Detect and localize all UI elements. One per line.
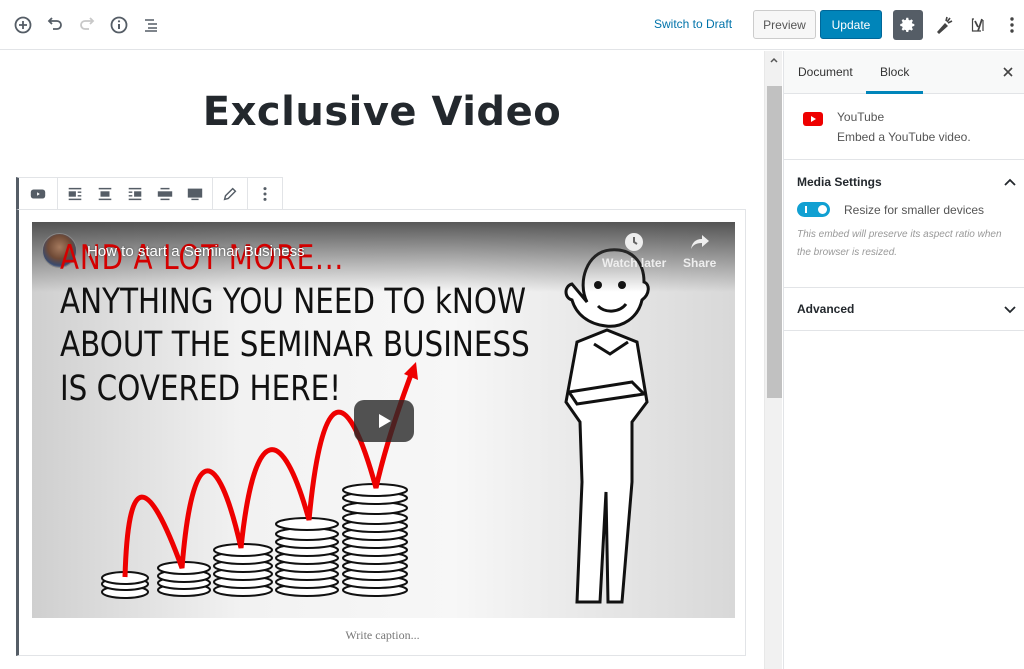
chevron-down-icon (1002, 302, 1018, 318)
block-card: YouTube Embed a YouTube video. (784, 94, 1024, 160)
scroll-up-icon[interactable] (765, 51, 783, 69)
editor-header: Switch to Draft Preview Update (0, 0, 1024, 50)
tab-document[interactable]: Document (784, 51, 867, 94)
editor-canvas: Exclusive Video AND A LOT MORE... How to… (0, 51, 764, 669)
align-right-icon[interactable] (120, 178, 150, 209)
undo-icon[interactable] (43, 13, 67, 37)
share-button[interactable]: Share (683, 232, 716, 270)
block-toolbar (16, 177, 283, 210)
editor-scrollbar[interactable] (764, 51, 782, 669)
carrot-icon[interactable] (932, 13, 956, 37)
panel-title: Advanced (797, 302, 855, 316)
more-options-icon[interactable] (1000, 13, 1024, 37)
play-button[interactable] (354, 400, 414, 442)
thumbnail-text-line: ABOUT THE SEMINAR BUSINESS (60, 325, 530, 365)
media-settings-toggle[interactable]: Media Settings (784, 160, 1024, 204)
switch-to-draft-link[interactable]: Switch to Draft (654, 17, 732, 31)
media-settings-panel: Media Settings Resize for smaller device… (784, 160, 1024, 288)
pencil-icon[interactable] (215, 178, 245, 209)
info-icon[interactable] (107, 13, 131, 37)
advanced-toggle[interactable]: Advanced (784, 288, 1024, 332)
outline-icon[interactable] (139, 13, 163, 37)
advanced-panel[interactable]: Advanced (784, 288, 1024, 331)
youtube-embed-block[interactable]: AND A LOT MORE... How to start a Seminar… (16, 209, 746, 656)
scrollbar-thumb[interactable] (767, 86, 782, 398)
settings-button[interactable] (893, 10, 923, 40)
add-block-icon[interactable] (11, 13, 35, 37)
youtube-block-icon[interactable] (23, 178, 53, 209)
block-card-title: YouTube (837, 110, 885, 124)
play-icon (379, 414, 391, 428)
settings-sidebar: Document Block YouTube Embed a YouTube v… (783, 51, 1024, 669)
share-label: Share (683, 256, 717, 270)
block-card-description: Embed a YouTube video. (837, 130, 971, 144)
close-icon[interactable] (1000, 64, 1016, 80)
share-icon (690, 235, 709, 249)
align-full-icon[interactable] (180, 178, 210, 209)
sidebar-tabs: Document Block (784, 51, 1024, 94)
resize-toggle[interactable] (797, 202, 830, 217)
gear-icon (900, 17, 915, 33)
yoast-icon[interactable] (967, 13, 991, 37)
update-button[interactable]: Update (820, 10, 882, 39)
clock-icon (625, 233, 644, 251)
align-wide-icon[interactable] (150, 178, 180, 209)
preview-button[interactable]: Preview (753, 10, 816, 39)
block-more-icon[interactable] (250, 178, 280, 209)
watch-later-button[interactable]: Watch later (602, 232, 666, 270)
thumbnail-text-line: ANYTHING YOU NEED TO kNOW (60, 282, 527, 322)
resize-toggle-label[interactable]: Resize for smaller devices (844, 203, 984, 217)
youtube-icon (803, 112, 823, 126)
thumbnail-text-line: IS COVERED HERE! (60, 369, 341, 409)
watch-later-label: Watch later (602, 256, 667, 270)
panel-title: Media Settings (797, 175, 882, 189)
redo-icon[interactable] (75, 13, 99, 37)
resize-help-text: This embed will preserve its aspect rati… (797, 229, 1002, 258)
tab-block[interactable]: Block (866, 51, 924, 94)
chevron-up-icon (1002, 174, 1018, 190)
video-title-link[interactable]: How to start a Seminar Business (87, 243, 305, 260)
align-center-icon[interactable] (90, 178, 120, 209)
post-title[interactable]: Exclusive Video (0, 89, 764, 135)
caption-input[interactable]: Write caption... (19, 628, 746, 643)
youtube-video-embed[interactable]: AND A LOT MORE... How to start a Seminar… (32, 222, 735, 618)
align-left-icon[interactable] (60, 178, 90, 209)
